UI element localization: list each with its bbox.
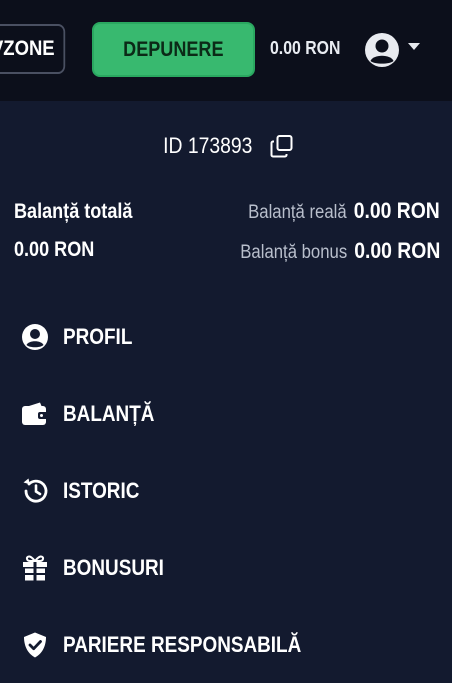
user-circle-icon — [22, 324, 48, 350]
wallet-icon — [22, 402, 48, 425]
top-bar: VZONE DEPUNERE 0.00 RON — [0, 0, 452, 101]
menu-item-profil[interactable]: PROFIL — [0, 307, 452, 367]
chevron-down-icon[interactable] — [408, 43, 420, 50]
user-id-row: ID 173893 — [0, 130, 452, 162]
menu-item-label: ISTORIC — [63, 478, 140, 503]
deposit-button-label: DEPUNERE — [123, 37, 224, 61]
deposit-button[interactable]: DEPUNERE — [92, 22, 255, 77]
menu-item-balanta[interactable]: BALANȚĂ — [0, 384, 452, 444]
gift-icon — [23, 555, 47, 581]
bonus-balance-label: Balanță bonus — [239, 242, 347, 263]
bonus-balance-value: 0.00 RON — [353, 238, 440, 263]
menu-item-label: PROFIL — [63, 324, 133, 349]
shield-check-icon — [24, 632, 46, 658]
menu-item-label: BALANȚĂ — [63, 401, 155, 426]
avatar-icon[interactable] — [364, 32, 400, 68]
header-balance: 0.00 RON — [270, 38, 341, 58]
vzone-button[interactable]: VZONE — [0, 24, 66, 74]
menu-item-istoric[interactable]: ISTORIC — [0, 461, 452, 521]
user-id: ID 173893 — [163, 133, 253, 158]
menu-item-label: BONUSURI — [63, 555, 164, 580]
real-balance-value: 0.00 RON — [353, 198, 440, 223]
menu-item-bonusuri[interactable]: BONUSURI — [0, 538, 452, 598]
copy-icon[interactable] — [269, 133, 295, 159]
total-balance-value: 0.00 RON — [14, 238, 95, 261]
menu-item-label: PARIERE RESPONSABILĂ — [63, 632, 302, 657]
real-balance-row: Balanță reală 0.00 RON — [248, 198, 440, 224]
history-icon — [23, 478, 48, 503]
total-balance-label: Balanță totală — [14, 200, 133, 223]
menu-item-pariere-responsabila[interactable]: PARIERE RESPONSABILĂ — [0, 615, 452, 675]
real-balance-label: Balanță reală — [248, 202, 347, 223]
bonus-balance-row: Balanță bonus 0.00 RON — [240, 238, 440, 264]
